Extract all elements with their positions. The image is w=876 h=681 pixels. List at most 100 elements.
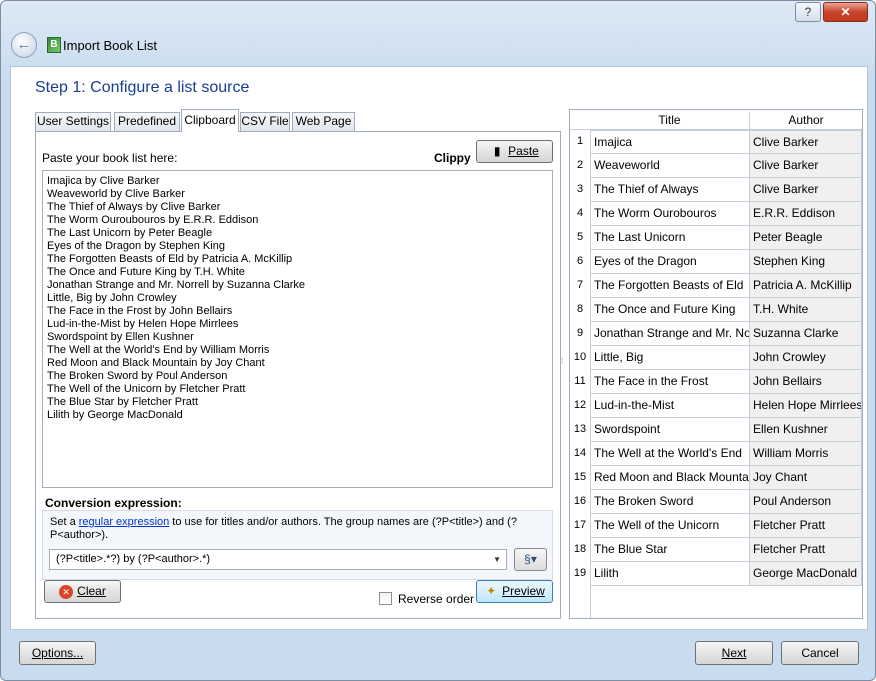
table-row[interactable]: 14 The Well at the World's End William Mor… — [570, 442, 862, 466]
author-cell[interactable]: Fletcher Pratt — [750, 514, 862, 538]
title-cell[interactable]: Little, Big — [590, 346, 750, 370]
row-number: 16 — [573, 495, 587, 507]
close-button[interactable]: ✕ — [823, 2, 868, 22]
author-cell[interactable]: John Crowley — [750, 346, 862, 370]
title-cell[interactable]: The Face in the Frost — [590, 370, 750, 394]
author-cell[interactable]: John Bellairs — [750, 370, 862, 394]
title-cell[interactable]: Weaveworld — [590, 154, 750, 178]
author-cell[interactable]: Stephen King — [750, 250, 862, 274]
tab-predefined[interactable]: Predefined — [114, 112, 180, 131]
table-row[interactable]: 3 The Thief of Always Clive Barker — [570, 178, 862, 202]
table-row[interactable]: 18 The Blue Star Fletcher Pratt — [570, 538, 862, 562]
table-row[interactable]: 5 The Last Unicorn Peter Beagle — [570, 226, 862, 250]
title-cell[interactable]: Eyes of the Dragon — [590, 250, 750, 274]
table-row[interactable]: 12 Lud-in-the-Mist Helen Hope Mirrlees — [570, 394, 862, 418]
preview-button-label: Preview — [502, 584, 545, 598]
preview-button[interactable]: ✦ Preview — [476, 580, 553, 603]
tab-clipboard[interactable]: Clipboard — [181, 109, 239, 132]
title-cell[interactable]: The Well of the Unicorn — [590, 514, 750, 538]
table-row[interactable]: 19 Lilith George MacDonald — [570, 562, 862, 586]
row-number: 8 — [576, 303, 584, 315]
title-cell[interactable]: The Worm Ourobouros — [590, 202, 750, 226]
title-cell[interactable]: Lud-in-the-Mist — [590, 394, 750, 418]
title-cell[interactable]: The Broken Sword — [590, 490, 750, 514]
author-cell[interactable]: William Morris — [750, 442, 862, 466]
next-button[interactable]: Next — [695, 641, 773, 665]
title-cell[interactable]: The Last Unicorn — [590, 226, 750, 250]
title-cell[interactable]: Imajica — [590, 130, 750, 154]
grid-divider — [590, 586, 591, 618]
table-row[interactable]: 17 The Well of the Unicorn Fletcher Pratt — [570, 514, 862, 538]
wizard-content: Step 1: Configure a list source User Set… — [10, 66, 868, 630]
row-number: 10 — [573, 351, 587, 363]
chevron-down-icon[interactable]: ▼ — [493, 550, 501, 569]
text-line: Lud-in-the-Mist by Helen Hope Mirrlees — [47, 318, 239, 330]
table-row[interactable]: 9 Jonathan Strange and Mr. No... Suzanna C… — [570, 322, 862, 346]
table-row[interactable]: 1 Imajica Clive Barker — [570, 130, 862, 154]
table-row[interactable]: 8 The Once and Future King T.H. White — [570, 298, 862, 322]
author-cell[interactable]: Peter Beagle — [750, 226, 862, 250]
clear-button[interactable]: ✕ Clear — [44, 580, 121, 603]
help-button[interactable]: ? — [795, 2, 821, 22]
author-cell[interactable]: Suzanna Clarke — [750, 322, 862, 346]
paste-button[interactable]: ▮ Paste — [476, 140, 553, 163]
splitter-handle[interactable]: ⁞ — [561, 357, 567, 366]
text-line: Red Moon and Black Mountain by Joy Chant — [47, 357, 265, 369]
text-line: The Forgotten Beasts of Eld by Patricia … — [47, 253, 293, 265]
page-title: Step 1: Configure a list source — [35, 79, 250, 96]
table-row[interactable]: 2 Weaveworld Clive Barker — [570, 154, 862, 178]
regular-expression-link[interactable]: regular expression — [79, 516, 170, 528]
author-cell[interactable]: George MacDonald — [750, 562, 862, 586]
author-cell[interactable]: Helen Hope Mirrlees — [750, 394, 862, 418]
title-cell[interactable]: The Forgotten Beasts of Eld — [590, 274, 750, 298]
tab-web-page[interactable]: Web Page — [292, 112, 355, 131]
text-line: Eyes of the Dragon by Stephen King — [47, 240, 225, 252]
table-row[interactable]: 6 Eyes of the Dragon Stephen King — [570, 250, 862, 274]
author-cell[interactable]: Clive Barker — [750, 178, 862, 202]
author-cell[interactable]: T.H. White — [750, 298, 862, 322]
back-arrow-icon[interactable]: ← — [11, 32, 37, 58]
title-cell[interactable]: Jonathan Strange and Mr. No... — [590, 322, 750, 346]
options-button[interactable]: Options... — [19, 641, 96, 665]
regex-menu-button[interactable]: §▾ — [514, 548, 547, 571]
author-cell[interactable]: Patricia A. McKillip — [750, 274, 862, 298]
row-number: 19 — [573, 567, 587, 579]
author-cell[interactable]: Joy Chant — [750, 466, 862, 490]
book-list-textarea[interactable]: Imajica by Clive Barker Weaveworld by Cl… — [42, 170, 553, 488]
reverse-order-label: Reverse order — [398, 592, 475, 606]
title-cell[interactable]: The Thief of Always — [590, 178, 750, 202]
table-row[interactable]: 4 The Worm Ourobouros E.R.R. Eddison — [570, 202, 862, 226]
text-line: Little, Big by John Crowley — [47, 292, 177, 304]
text-line: The Thief of Always by Clive Barker — [47, 201, 221, 213]
title-cell[interactable]: The Once and Future King — [590, 298, 750, 322]
author-cell[interactable]: Clive Barker — [750, 130, 862, 154]
title-cell[interactable]: Red Moon and Black Mountain — [590, 466, 750, 490]
row-number: 17 — [573, 519, 587, 531]
tab-csv-file[interactable]: CSV File — [240, 112, 290, 131]
text-line: Lilith by George MacDonald — [47, 409, 183, 421]
author-cell[interactable]: E.R.R. Eddison — [750, 202, 862, 226]
table-row[interactable]: 10 Little, Big John Crowley — [570, 346, 862, 370]
title-cell[interactable]: The Well at the World's End — [590, 442, 750, 466]
table-row[interactable]: 15 Red Moon and Black Mountain Joy Chant — [570, 466, 862, 490]
table-row[interactable]: 13 Swordspoint Ellen Kushner — [570, 418, 862, 442]
reverse-order-checkbox[interactable] — [379, 592, 392, 605]
expression-combo[interactable]: (?P<title>.*?) by (?P<author>.*) ▼ — [49, 549, 507, 570]
title-cell[interactable]: Swordspoint — [590, 418, 750, 442]
title-cell[interactable]: Lilith — [590, 562, 750, 586]
text-line: The Well at the World's End by William M… — [47, 344, 270, 356]
author-cell[interactable]: Poul Anderson — [750, 490, 862, 514]
author-cell[interactable]: Clive Barker — [750, 154, 862, 178]
author-cell[interactable]: Fletcher Pratt — [750, 538, 862, 562]
row-number: 1 — [576, 135, 584, 147]
cancel-button[interactable]: Cancel — [781, 641, 859, 665]
column-header-author[interactable]: Author — [750, 112, 862, 128]
table-row[interactable]: 11 The Face in the Frost John Bellairs — [570, 370, 862, 394]
table-row[interactable]: 7 The Forgotten Beasts of Eld Patricia A. … — [570, 274, 862, 298]
author-cell[interactable]: Ellen Kushner — [750, 418, 862, 442]
column-header-title[interactable]: Title — [590, 112, 750, 130]
title-cell[interactable]: The Blue Star — [590, 538, 750, 562]
tab-user-settings[interactable]: User Settings — [35, 112, 111, 131]
text-line: The Worm Ouroubouros by E.R.R. Eddison — [47, 214, 259, 226]
table-row[interactable]: 16 The Broken Sword Poul Anderson — [570, 490, 862, 514]
